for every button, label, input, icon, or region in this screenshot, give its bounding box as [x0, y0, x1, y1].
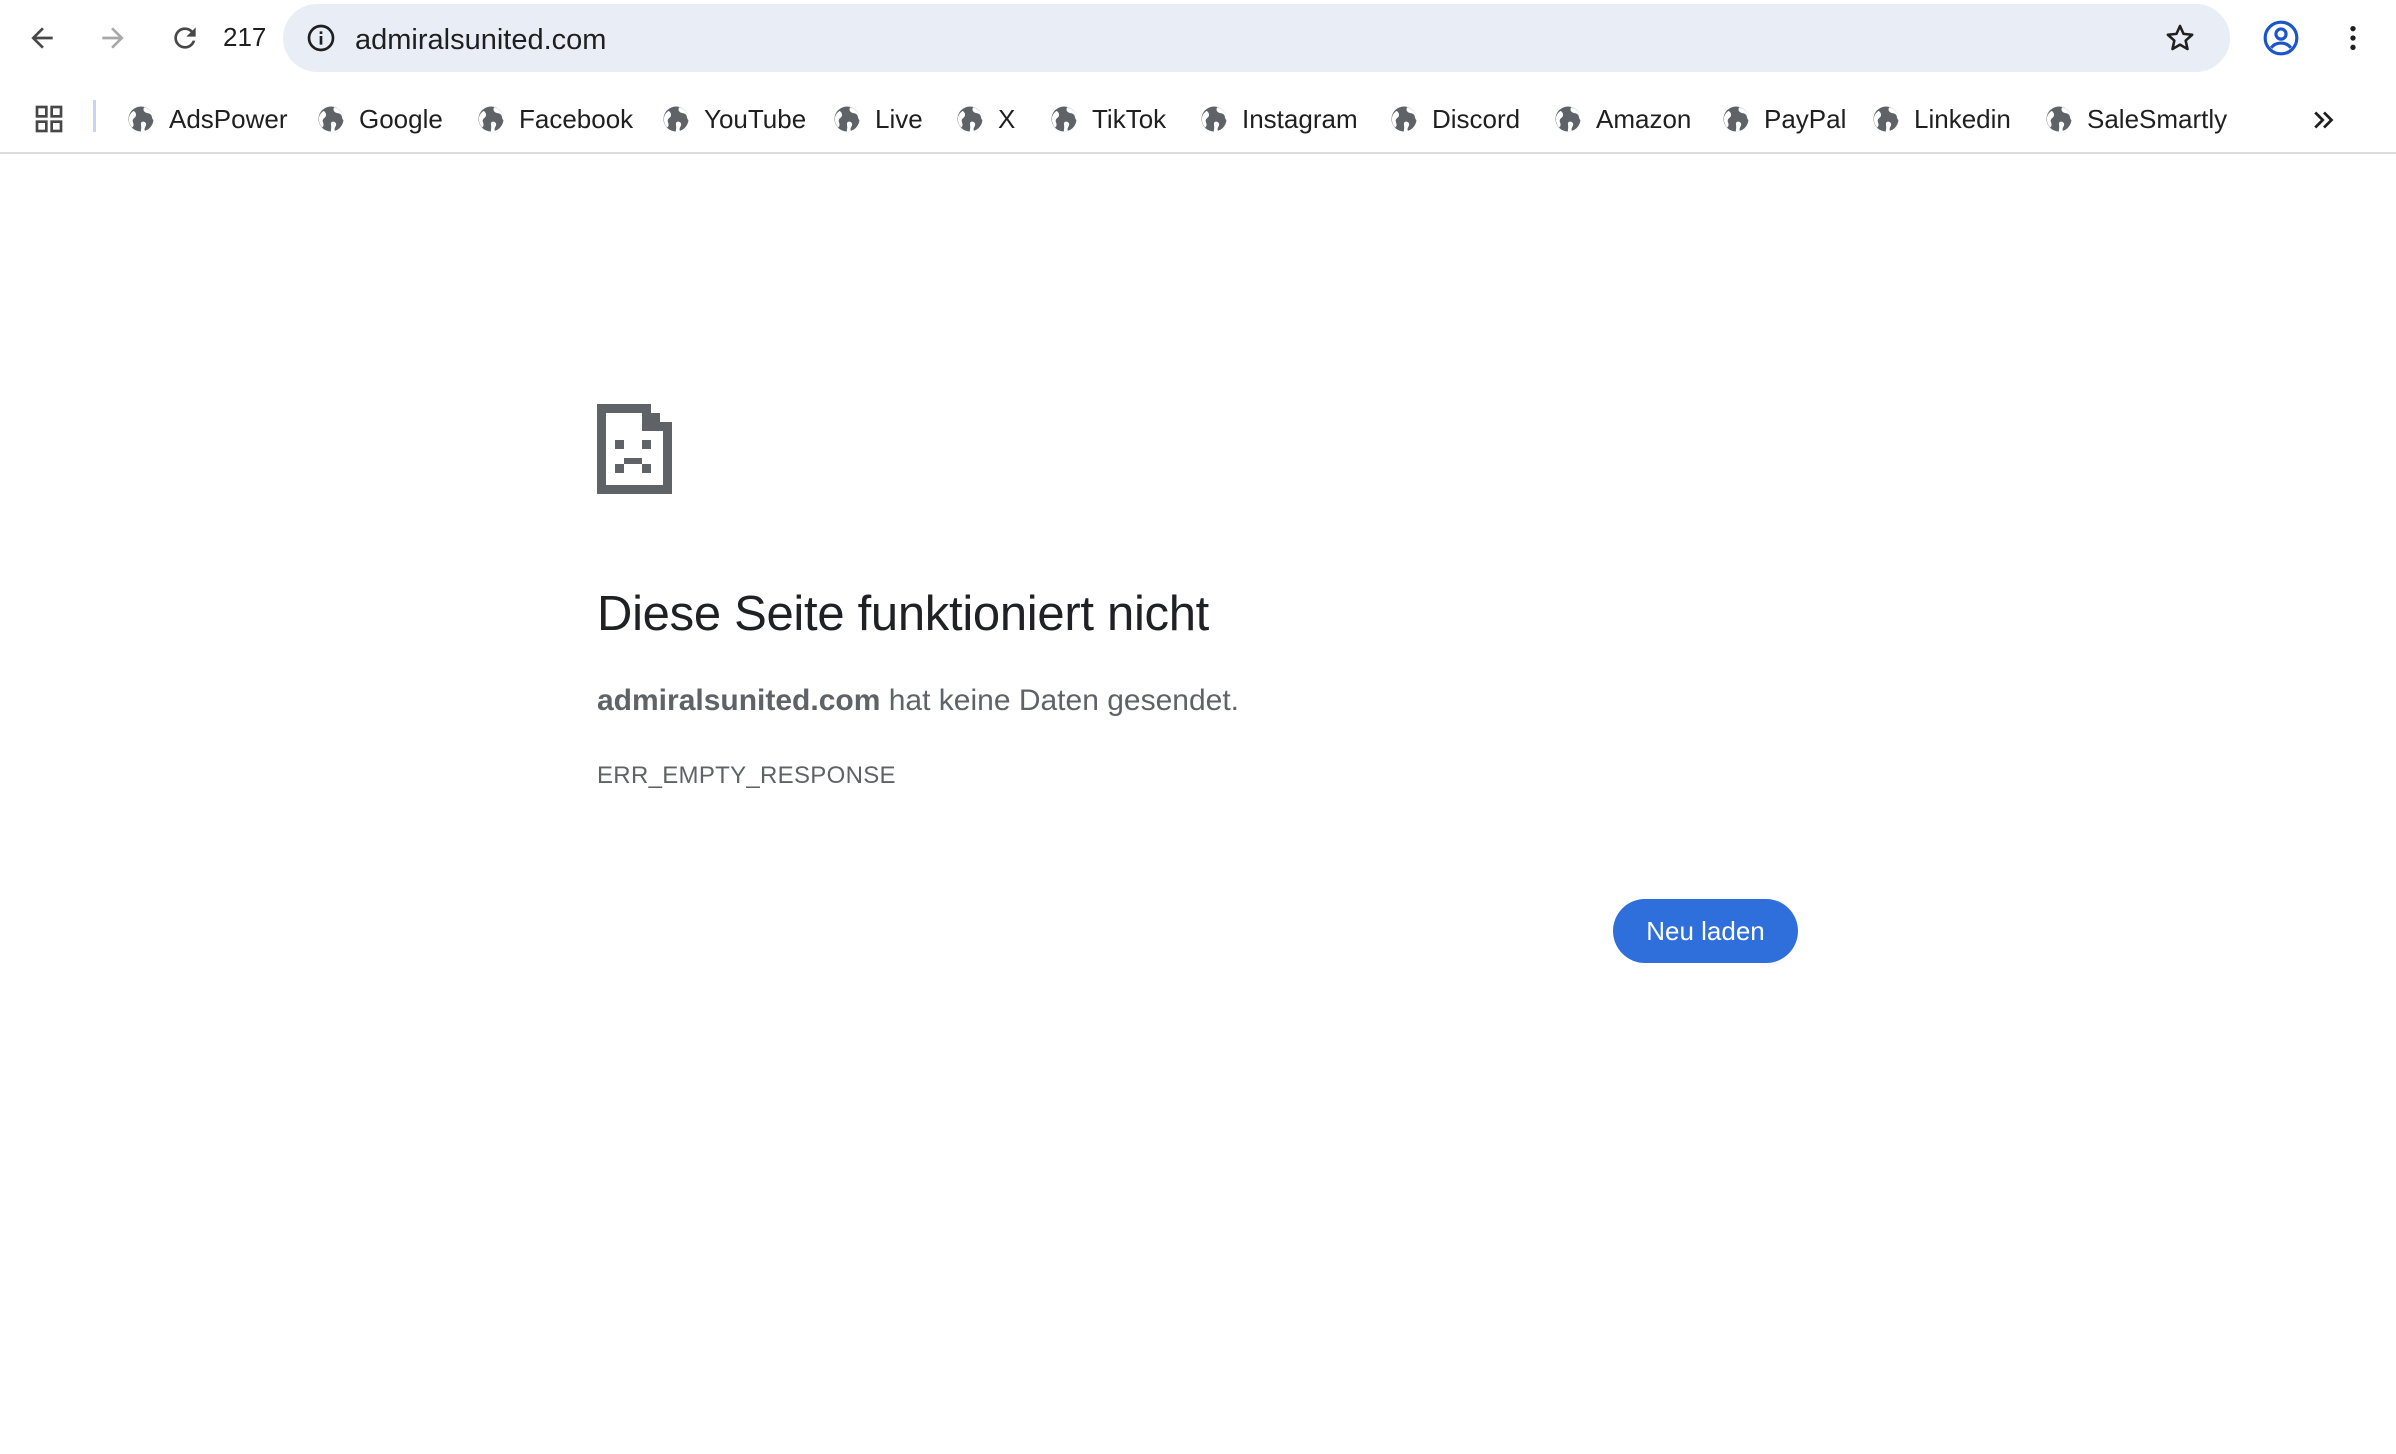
- error-code: ERR_EMPTY_RESPONSE: [597, 762, 896, 789]
- bookmark-item-adspower[interactable]: AdsPower: [126, 96, 288, 142]
- reload-counter: 217: [223, 22, 267, 52]
- bookmark-label: PayPal: [1764, 103, 1847, 134]
- bookmark-label: Facebook: [519, 103, 634, 134]
- bookmark-item-linkedin[interactable]: Linkedin: [1871, 96, 2011, 142]
- reload-page-button[interactable]: Neu laden: [1613, 899, 1798, 963]
- bookmarks-bar: AdsPower Google Facebook YouTube Live X TikTok…: [0, 86, 2396, 154]
- bookmark-item-facebook[interactable]: Facebook: [476, 96, 633, 142]
- arrow-right-icon: [102, 27, 124, 49]
- apps-grid-icon: [35, 105, 63, 133]
- bookmark-label: YouTube: [704, 103, 807, 134]
- bookmark-label: AdsPower: [169, 103, 288, 134]
- profile-button[interactable]: [2251, 8, 2311, 68]
- error-message: hat keine Daten gesendet.: [880, 684, 1239, 717]
- bookmark-label: SaleSmartly: [2087, 103, 2228, 134]
- globe-icon: [1723, 106, 1749, 132]
- bookmark-item-tiktok[interactable]: TikTok: [1049, 96, 1166, 142]
- bookmark-item-live[interactable]: Live: [832, 96, 923, 142]
- site-info-button[interactable]: [299, 16, 343, 60]
- bookmark-label: Google: [359, 103, 443, 134]
- more-bookmarks-button[interactable]: [2302, 98, 2346, 142]
- bookmark-item-paypal[interactable]: PayPal: [1721, 96, 1846, 142]
- forward-button[interactable]: [83, 8, 143, 68]
- globe-icon: [663, 106, 689, 132]
- globe-icon: [318, 106, 344, 132]
- globe-icon: [2046, 106, 2072, 132]
- error-description: admiralsunited.com hat keine Daten gesen…: [597, 684, 1239, 718]
- bookmark-label: TikTok: [1092, 103, 1167, 134]
- browser-toolbar: 217 admiralsunited.com: [0, 0, 2396, 76]
- bookmark-item-salesmartly[interactable]: SaleSmartly: [2044, 96, 2227, 142]
- bookmark-item-discord[interactable]: Discord: [1389, 96, 1520, 142]
- globe-icon: [478, 106, 504, 132]
- bookmark-item-instagram[interactable]: Instagram: [1199, 96, 1358, 142]
- bookmark-item-youtube[interactable]: YouTube: [661, 96, 806, 142]
- back-button[interactable]: [12, 8, 72, 68]
- error-host: admiralsunited.com: [597, 684, 881, 717]
- bookmark-star-button[interactable]: [2156, 14, 2204, 62]
- bookmarks-divider: [93, 100, 96, 132]
- globe-icon: [1555, 106, 1581, 132]
- browser-menu-button[interactable]: [2323, 8, 2383, 68]
- bookmark-label: Instagram: [1242, 103, 1358, 134]
- kebab-menu-icon: [2350, 26, 2356, 50]
- bookmark-item-x[interactable]: X: [955, 96, 1015, 142]
- sad-document-icon: [597, 404, 672, 499]
- bookmark-label: Live: [875, 103, 923, 134]
- star-icon: [2166, 24, 2194, 51]
- bookmark-label: Linkedin: [1914, 103, 2011, 134]
- globe-icon: [128, 106, 154, 132]
- address-bar[interactable]: admiralsunited.com: [283, 4, 2230, 72]
- globe-icon: [1391, 106, 1417, 132]
- apps-button[interactable]: [28, 98, 70, 140]
- url-text[interactable]: admiralsunited.com: [355, 24, 606, 57]
- double-chevron-right-icon: [2314, 111, 2334, 129]
- bookmark-item-google[interactable]: Google: [316, 96, 443, 142]
- globe-icon: [1873, 106, 1899, 132]
- error-title: Diese Seite funktioniert nicht: [597, 587, 1209, 641]
- globe-icon: [1201, 106, 1227, 132]
- globe-icon: [957, 106, 983, 132]
- account-circle-icon: [2263, 20, 2299, 56]
- globe-icon: [1051, 106, 1077, 132]
- bookmark-item-amazon[interactable]: Amazon: [1553, 96, 1691, 142]
- bookmark-label: Discord: [1432, 103, 1521, 134]
- arrow-left-icon: [31, 27, 53, 49]
- info-icon: [307, 24, 335, 52]
- reload-icon: [174, 27, 196, 49]
- bookmark-label: Amazon: [1596, 103, 1692, 134]
- reload-button[interactable]: [155, 8, 215, 68]
- bookmark-label: X: [998, 103, 1016, 134]
- globe-icon: [834, 106, 860, 132]
